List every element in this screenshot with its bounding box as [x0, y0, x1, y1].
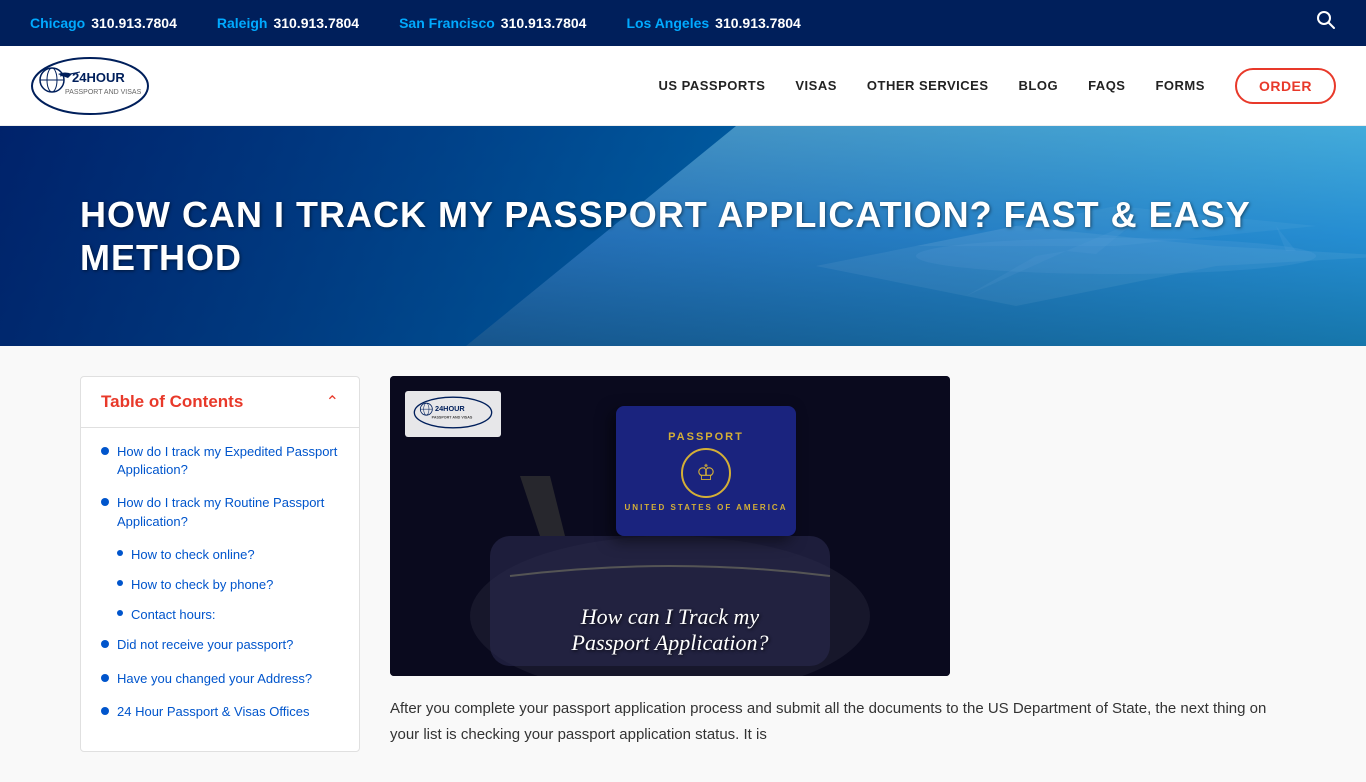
toc-item-label-2: How do I track my Routine Passport Appli… [117, 494, 339, 530]
svg-text:PASSPORT AND VISAS: PASSPORT AND VISAS [432, 416, 473, 420]
phone-sanfrancisco: 310.913.7804 [501, 15, 587, 31]
nav-faqs[interactable]: FAQS [1088, 78, 1125, 93]
phone-chicago: 310.913.7804 [91, 15, 177, 31]
passport-seal-icon: ♔ [681, 448, 731, 498]
image-caption-line2: Passport Application? [572, 630, 769, 655]
toc-title: Table of Contents [101, 392, 243, 412]
toc-sub-label-1: How to check online? [131, 546, 255, 564]
toc-item-5[interactable]: 24 Hour Passport & Visas Offices [101, 703, 339, 721]
main-content: PASSPORT ♔ UNITED STATES OF AMERICA 24HO… [390, 376, 1286, 752]
toc-collapse-icon[interactable]: ⌃ [326, 392, 339, 412]
toc-bullet-3 [101, 640, 109, 648]
phone-losangeles: 310.913.7804 [715, 15, 801, 31]
toc-sub-item-3[interactable]: Contact hours: [117, 606, 339, 624]
toc-sub-label-3: Contact hours: [131, 606, 216, 624]
svg-text:PASSPORT AND VISAS: PASSPORT AND VISAS [65, 89, 142, 96]
city-raleigh[interactable]: Raleigh [217, 15, 268, 31]
passport-country: UNITED STATES OF AMERICA [625, 503, 788, 512]
passport-label: PASSPORT [668, 431, 744, 443]
toc-bullet-1 [101, 447, 109, 455]
toc-bullet-4 [101, 674, 109, 682]
nav-blog[interactable]: BLOG [1019, 78, 1059, 93]
toc-sub-bullet-2 [117, 580, 123, 586]
toc-box: Table of Contents ⌃ How do I track my Ex… [80, 376, 360, 752]
location-losangeles[interactable]: Los Angeles 310.913.7804 [626, 15, 800, 31]
toc-sub-bullet-3 [117, 610, 123, 616]
nav-links: US PASSPORTS VISAS OTHER SERVICES BLOG F… [658, 68, 1336, 104]
toc-bullet-5 [101, 707, 109, 715]
article-paragraph: After you complete your passport applica… [390, 696, 1286, 747]
toc-bullet-2 [101, 498, 109, 506]
location-raleigh[interactable]: Raleigh 310.913.7804 [217, 15, 359, 31]
nav-visas[interactable]: VISAS [795, 78, 837, 93]
toc-sub-item-1[interactable]: How to check online? [117, 546, 339, 564]
toc-item-label-1: How do I track my Expedited Passport App… [117, 443, 339, 479]
toc-sub-label-2: How to check by phone? [131, 576, 273, 594]
svg-text:24HOUR: 24HOUR [435, 404, 465, 413]
toc-sub-item-2[interactable]: How to check by phone? [117, 576, 339, 594]
toc-items: How do I track my Expedited Passport App… [81, 428, 359, 751]
toc-sidebar: Table of Contents ⌃ How do I track my Ex… [80, 376, 360, 752]
location-chicago[interactable]: Chicago 310.913.7804 [30, 15, 177, 31]
nav-us-passports[interactable]: US PASSPORTS [658, 78, 765, 93]
location-sanfrancisco[interactable]: San Francisco 310.913.7804 [399, 15, 586, 31]
toc-item-4[interactable]: Have you changed your Address? [101, 670, 339, 688]
passport-card: PASSPORT ♔ UNITED STATES OF AMERICA [616, 406, 796, 536]
toc-item-1[interactable]: How do I track my Expedited Passport App… [101, 443, 339, 479]
hero-section: HOW CAN I TRACK MY PASSPORT APPLICATION?… [0, 126, 1366, 346]
toc-item-2[interactable]: How do I track my Routine Passport Appli… [101, 494, 339, 530]
image-logo-overlay: 24HOUR PASSPORT AND VISAS [405, 391, 501, 437]
search-icon[interactable] [1316, 10, 1336, 36]
top-bar: Chicago 310.913.7804 Raleigh 310.913.780… [0, 0, 1366, 46]
article-image-bg: PASSPORT ♔ UNITED STATES OF AMERICA 24HO… [390, 376, 950, 676]
toc-item-3[interactable]: Did not receive your passport? [101, 636, 339, 654]
image-caption: How can I Track my Passport Application? [390, 604, 950, 656]
toc-item-label-3: Did not receive your passport? [117, 636, 293, 654]
page-title: HOW CAN I TRACK MY PASSPORT APPLICATION?… [80, 193, 1286, 279]
nav-other-services[interactable]: OTHER SERVICES [867, 78, 989, 93]
city-sanfrancisco[interactable]: San Francisco [399, 15, 495, 31]
phone-raleigh: 310.913.7804 [273, 15, 359, 31]
toc-item-label-5: 24 Hour Passport & Visas Offices [117, 703, 309, 721]
toc-sub-bullet-1 [117, 550, 123, 556]
svg-text:24HOUR: 24HOUR [72, 70, 125, 85]
order-button[interactable]: ORDER [1235, 68, 1336, 104]
nav-forms[interactable]: FORMS [1155, 78, 1204, 93]
hero-content: HOW CAN I TRACK MY PASSPORT APPLICATION?… [0, 163, 1366, 309]
article-image: PASSPORT ♔ UNITED STATES OF AMERICA 24HO… [390, 376, 950, 676]
content-area: Table of Contents ⌃ How do I track my Ex… [0, 346, 1366, 782]
image-caption-line1: How can I Track my [581, 604, 759, 629]
city-chicago[interactable]: Chicago [30, 15, 85, 31]
main-nav: 24HOUR PASSPORT AND VISAS US PASSPORTS V… [0, 46, 1366, 126]
logo[interactable]: 24HOUR PASSPORT AND VISAS [30, 56, 150, 116]
toc-header: Table of Contents ⌃ [81, 377, 359, 428]
city-losangeles[interactable]: Los Angeles [626, 15, 709, 31]
toc-item-label-4: Have you changed your Address? [117, 670, 312, 688]
